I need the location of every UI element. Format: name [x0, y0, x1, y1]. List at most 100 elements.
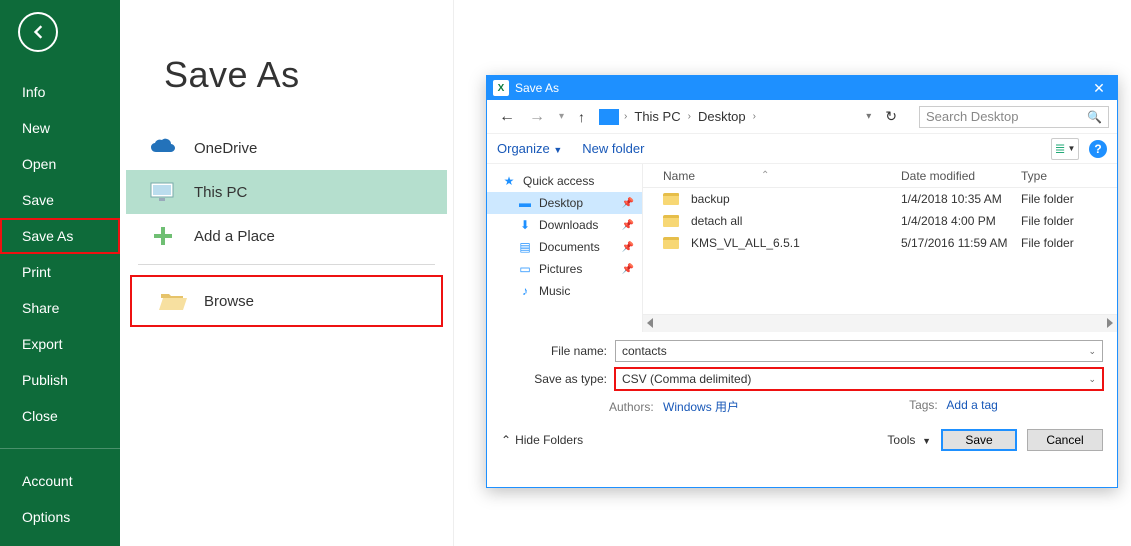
plus-icon [146, 222, 180, 250]
location-addplace[interactable]: Add a Place [126, 214, 447, 258]
sidebar-item-account[interactable]: Account [0, 463, 120, 499]
download-icon: ⬇ [517, 218, 533, 232]
saveas-dialog: X Save As ✕ ← → ▾ ↑ › This PC › Desktop … [486, 75, 1118, 488]
nav-pictures[interactable]: ▭Pictures📌 [487, 258, 642, 280]
hide-folders-toggle[interactable]: ⌃ Hide Folders [501, 433, 583, 447]
chevron-right-icon[interactable]: › [751, 111, 758, 122]
sidebar-item-close[interactable]: Close [0, 398, 120, 434]
nav-downloads[interactable]: ⬇Downloads📌 [487, 214, 642, 236]
close-icon[interactable]: ✕ [1085, 80, 1113, 97]
star-icon: ★ [501, 174, 517, 188]
dialog-addressbar: ← → ▾ ↑ › This PC › Desktop › ▾ ↻ Search… [487, 100, 1117, 134]
music-icon: ♪ [517, 284, 533, 298]
tags-label: Tags: [909, 398, 938, 412]
file-list-pane: Name ⌃ Date modified Type backup1/4/2018… [643, 164, 1117, 332]
chevron-down-icon[interactable]: ⌄ [1088, 374, 1096, 385]
location-label: OneDrive [194, 140, 257, 157]
authors-link[interactable]: Windows 用户 [663, 400, 739, 414]
folder-icon [663, 215, 679, 227]
sidebar-item-info[interactable]: Info [0, 74, 120, 110]
excel-icon: X [493, 80, 509, 96]
filename-input[interactable]: contacts⌄ [615, 340, 1103, 362]
chevron-down-icon[interactable]: ⌄ [1088, 346, 1096, 357]
authors-label: Authors: [609, 400, 654, 414]
sidebar-item-publish[interactable]: Publish [0, 362, 120, 398]
horizontal-scrollbar[interactable] [643, 314, 1117, 332]
col-name-header[interactable]: Name ⌃ [663, 169, 901, 183]
desktop-icon [599, 109, 619, 125]
filetype-label: Save as type: [501, 372, 607, 386]
saveas-panel: Save As OneDrive This PC Add a Place Bro… [120, 0, 454, 546]
file-row[interactable]: backup1/4/2018 10:35 AMFile folder [643, 188, 1117, 210]
chevron-right-icon[interactable]: › [622, 111, 629, 122]
file-row[interactable]: detach all1/4/2018 4:00 PMFile folder [643, 210, 1117, 232]
tools-dropdown[interactable]: Tools ▼ [887, 433, 931, 447]
sidebar-item-share[interactable]: Share [0, 290, 120, 326]
view-mode-button[interactable]: ≣▼ [1051, 138, 1079, 160]
breadcrumb-desktop[interactable]: Desktop [696, 109, 748, 124]
pin-icon: 📌 [622, 220, 634, 231]
chevron-down-icon: ▼ [922, 436, 931, 446]
location-label: Add a Place [194, 228, 275, 245]
document-icon: ▤ [517, 240, 533, 254]
column-headers: Name ⌃ Date modified Type [643, 164, 1117, 188]
dialog-title: Save As [515, 81, 559, 95]
col-type-header[interactable]: Type [1021, 169, 1101, 183]
folder-icon [663, 193, 679, 205]
filetype-dropdown[interactable]: CSV (Comma delimited)⌄ [615, 368, 1103, 390]
nav-desktop[interactable]: ▬Desktop📌 [487, 192, 642, 214]
page-title: Save As [164, 54, 453, 96]
sidebar-item-open[interactable]: Open [0, 146, 120, 182]
sidebar-item-export[interactable]: Export [0, 326, 120, 362]
back-arrow-icon [28, 22, 48, 42]
search-icon: 🔍 [1087, 110, 1102, 124]
location-onedrive[interactable]: OneDrive [126, 126, 447, 170]
folder-open-icon [156, 287, 190, 315]
location-label: This PC [194, 184, 247, 201]
sidebar-item-options[interactable]: Options [0, 499, 120, 535]
sort-indicator-icon: ⌃ [761, 170, 769, 181]
location-thispc[interactable]: This PC [126, 170, 447, 214]
sidebar-item-save[interactable]: Save [0, 182, 120, 218]
browse-highlight: Browse [130, 275, 443, 327]
nav-history-dropdown[interactable]: ▾ [555, 111, 568, 122]
organize-dropdown[interactable]: Organize ▼ [497, 141, 562, 156]
picture-icon: ▭ [517, 262, 533, 276]
save-button[interactable]: Save [941, 429, 1017, 451]
filename-label: File name: [501, 344, 607, 358]
location-label: Browse [204, 293, 254, 310]
onedrive-icon [146, 134, 180, 162]
col-date-header[interactable]: Date modified [901, 169, 1021, 183]
pc-icon [146, 178, 180, 206]
cancel-button[interactable]: Cancel [1027, 429, 1103, 451]
chevron-right-icon[interactable]: › [686, 111, 693, 122]
nav-quickaccess[interactable]: ★Quick access [487, 170, 642, 192]
newfolder-button[interactable]: New folder [582, 141, 644, 156]
folder-icon [663, 237, 679, 249]
back-button[interactable] [18, 12, 58, 52]
sidebar-item-saveas[interactable]: Save As [0, 218, 120, 254]
help-button[interactable]: ? [1089, 140, 1107, 158]
nav-back-button[interactable]: ← [495, 108, 519, 126]
chevron-down-icon[interactable]: ▾ [864, 111, 873, 122]
pin-icon: 📌 [622, 264, 634, 275]
search-input[interactable]: Search Desktop 🔍 [919, 106, 1109, 128]
search-placeholder: Search Desktop [926, 109, 1019, 124]
tags-link[interactable]: Add a tag [946, 398, 997, 412]
location-browse[interactable]: Browse [136, 279, 437, 323]
breadcrumb-thispc[interactable]: This PC [632, 109, 682, 124]
pin-icon: 📌 [622, 242, 634, 253]
backstage-sidebar: Info New Open Save Save As Print Share E… [0, 0, 120, 546]
refresh-button[interactable]: ↻ [879, 108, 903, 125]
dialog-toolbar: Organize ▼ New folder ≣▼ ? [487, 134, 1117, 164]
pin-icon: 📌 [622, 198, 634, 209]
nav-up-button[interactable]: ↑ [574, 109, 589, 125]
sidebar-item-new[interactable]: New [0, 110, 120, 146]
sidebar-item-print[interactable]: Print [0, 254, 120, 290]
file-row[interactable]: KMS_VL_ALL_6.5.15/17/2016 11:59 AMFile f… [643, 232, 1117, 254]
desktop-icon: ▬ [517, 196, 533, 210]
nav-documents[interactable]: ▤Documents📌 [487, 236, 642, 258]
chevron-up-icon: ⌃ [501, 433, 511, 447]
nav-forward-button: → [525, 108, 549, 126]
nav-music[interactable]: ♪Music [487, 280, 642, 302]
